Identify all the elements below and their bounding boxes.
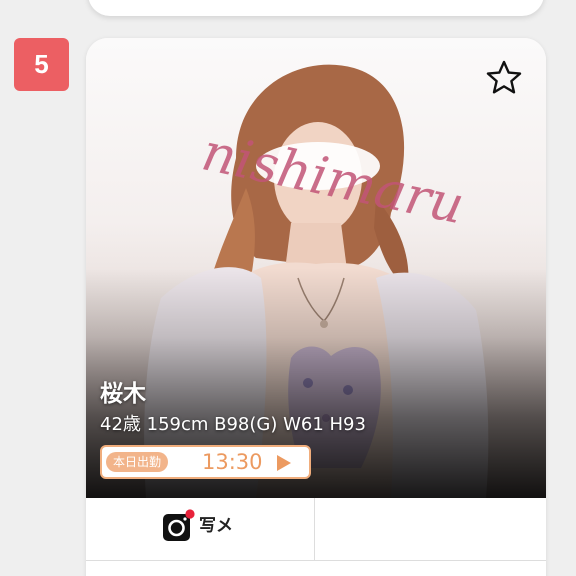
photo-diary-button[interactable]: 写メ — [86, 498, 315, 560]
camera-icon — [163, 509, 195, 541]
previous-cast-card[interactable] — [88, 0, 544, 16]
cast-stats: 42歳 159cm B98(G) W61 H93 — [100, 414, 366, 435]
action-divider — [86, 560, 546, 561]
rank-badge: 5 — [14, 38, 69, 91]
shift-time: 13:30 — [202, 450, 263, 474]
shift-schedule-button[interactable]: 本日出勤 13:30 — [100, 445, 311, 479]
cast-photo[interactable]: nishimaru 桜木 42歳 159cm B98(G) W61 H93 本日… — [86, 38, 546, 498]
cast-card[interactable]: nishimaru 桜木 42歳 159cm B98(G) W61 H93 本日… — [86, 38, 546, 576]
cast-name: 桜木 — [100, 381, 146, 407]
empty-action-slot — [315, 498, 546, 560]
photo-diary-label: 写メ — [199, 516, 233, 536]
favorite-star-icon[interactable] — [484, 58, 524, 98]
cast-list-page: 5 nishimaru 桜木 42歳 159cm B98(G) W61 H93 … — [0, 0, 576, 576]
card-action-bar: 写メ — [86, 498, 546, 576]
play-arrow-icon — [277, 455, 291, 471]
shift-status-label: 本日出勤 — [106, 452, 169, 472]
